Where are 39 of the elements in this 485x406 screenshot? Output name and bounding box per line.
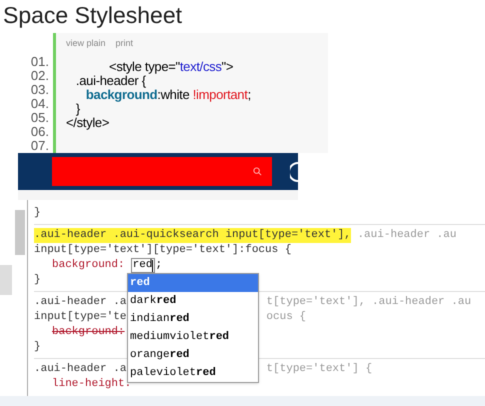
line-number: 01. [30, 55, 49, 69]
search-field[interactable] [52, 157, 272, 186]
suggestion-item[interactable]: indianred [128, 310, 258, 328]
code-line: .aui-header { [74, 73, 146, 88]
line-number: 07. [30, 139, 49, 153]
value-input[interactable]: red [130, 258, 156, 273]
css-selector: .aui-header .aui-quicksearch input[type='text'], [34, 228, 351, 243]
side-panel [0, 265, 12, 295]
code-line: </style> [66, 115, 110, 130]
css-selector: .aui-header .a [34, 362, 126, 377]
line-number: 04. [30, 97, 49, 111]
css-property: background: [52, 325, 125, 340]
suggestion-item[interactable]: darkred [128, 292, 258, 310]
css-selector: input[type='text'][type='text']:focus { [34, 243, 292, 258]
suggestion-item[interactable]: red [128, 274, 258, 292]
line-number: 03. [30, 83, 49, 97]
css-selector: .aui-header .au [356, 228, 456, 243]
css-selector: t[type='text'] { [266, 362, 372, 377]
semicolon: ; [155, 258, 162, 273]
code-line: } [74, 101, 80, 116]
css-property: background: [52, 258, 125, 273]
code-line: <style type="text/css"> [108, 59, 234, 74]
line-number: 06. [30, 125, 49, 139]
css-selector: ocus { [266, 310, 306, 325]
page-title: Space Stylesheet [2, 1, 184, 30]
text-cursor [152, 260, 154, 272]
code-line: background:white !important; [84, 87, 251, 102]
line-number: 02. [30, 69, 49, 83]
css-selector: input[type='te [34, 310, 126, 325]
closing-brace: } [34, 340, 41, 355]
scrollbar[interactable] [15, 210, 25, 255]
closing-brace: } [34, 273, 41, 288]
closing-brace: } [34, 206, 41, 221]
suggestion-item[interactable]: mediumvioletred [128, 328, 258, 346]
line-number: 05. [30, 111, 49, 125]
css-selector: .aui-header .a [34, 295, 126, 310]
search-icon [253, 167, 262, 176]
css-selector: t[type='text'], .aui-header .au [266, 295, 472, 310]
suggestion-item[interactable]: orangered [128, 346, 258, 364]
